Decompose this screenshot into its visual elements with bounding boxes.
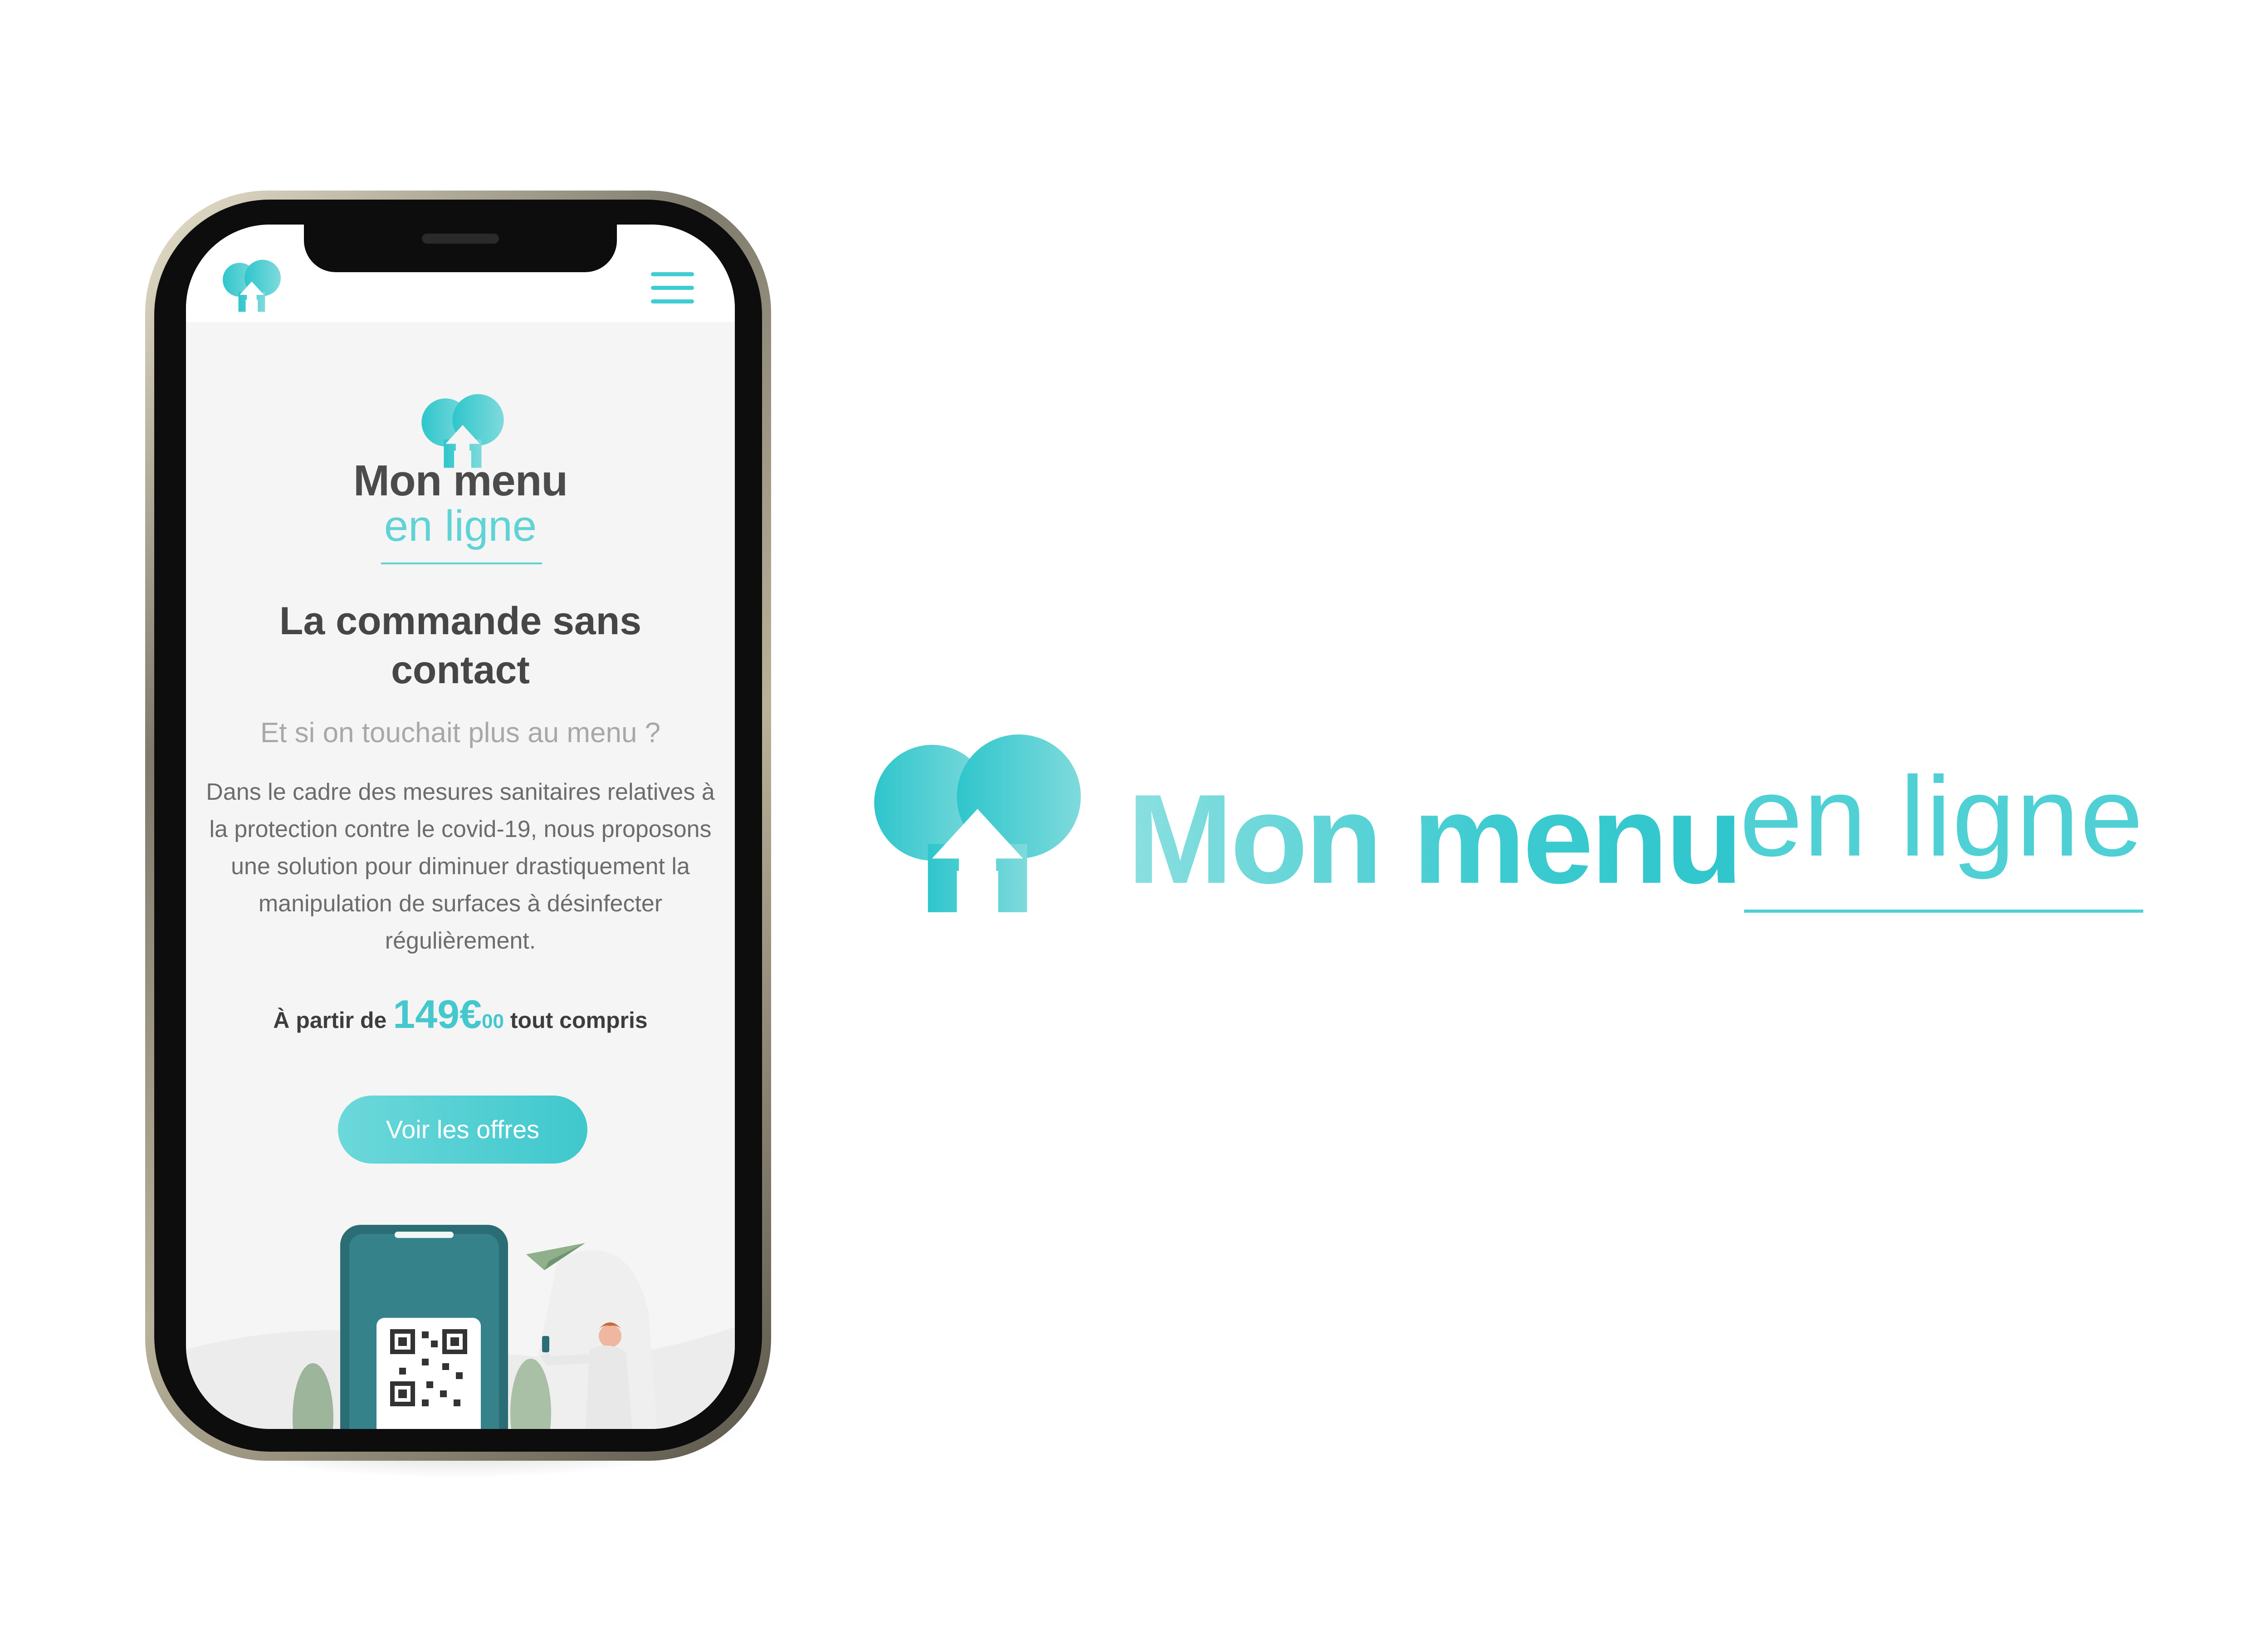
price-prefix: À partir de	[273, 1008, 387, 1033]
brand-name: Mon menu	[1127, 768, 1743, 910]
chef-hat-logo-icon[interactable]	[220, 259, 284, 313]
person-head	[599, 1325, 621, 1347]
price-suffix: tout compris	[510, 1008, 648, 1033]
price-amount: 149€	[393, 992, 482, 1037]
phone-speaker	[422, 234, 499, 244]
hero-brand-tagline: en ligne	[384, 502, 537, 550]
brand-underline	[381, 563, 542, 564]
brand-tagline: en ligne	[1740, 753, 2144, 880]
hamburger-menu-button[interactable]	[651, 272, 694, 304]
page-subtitle: Et si on touchait plus au menu ?	[260, 717, 661, 749]
brand-underline	[1744, 910, 2143, 913]
chef-hat-logo-icon	[874, 734, 1081, 916]
phone-notch	[304, 218, 617, 272]
price-cents: 00	[482, 1010, 504, 1032]
phone-screen: Mon menu en ligne La commande sans conta…	[186, 225, 735, 1429]
view-offers-button[interactable]: Voir les offres	[338, 1096, 587, 1164]
page-headline: La commande sans contact	[279, 599, 642, 692]
qr-scan-illustration	[186, 1225, 735, 1429]
person-body	[585, 1345, 632, 1429]
price-line: À partir de 149€00 tout compris	[186, 991, 735, 1037]
description-text: Dans le cadre des mesures sanitaires rel…	[206, 779, 715, 954]
hero-brand-name: Mon menu	[353, 456, 568, 505]
